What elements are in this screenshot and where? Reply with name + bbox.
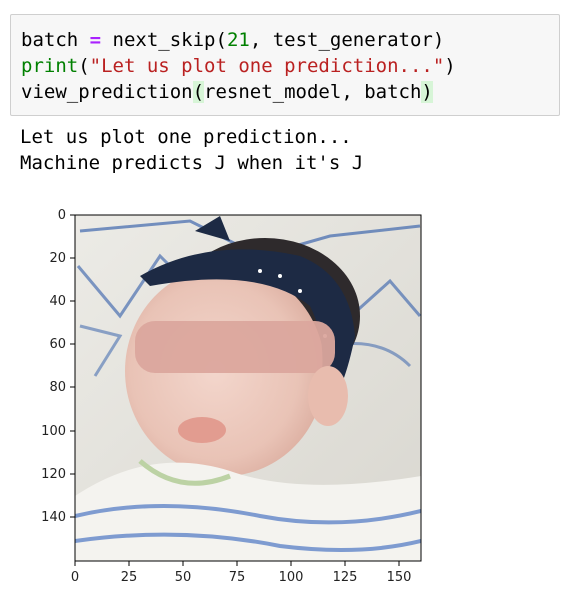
code-input-cell[interactable]: batch = next_skip(21, test_generator) pr… (10, 14, 560, 116)
y-tick-label-20: 20 (49, 251, 66, 266)
x-tick-label-125: 125 (333, 570, 358, 585)
code-line-1: batch = next_skip(21, test_generator) (21, 29, 445, 51)
x-tick-label-25: 25 (121, 570, 138, 585)
x-axis: 0 25 50 75 100 125 150 (71, 561, 412, 585)
x-tick-label-100: 100 (279, 570, 304, 585)
code-line-3: view_prediction(resnet_model, batch) (21, 81, 433, 103)
y-tick-label-140: 140 (41, 510, 66, 525)
output-line-1: Let us plot one prediction... (20, 126, 352, 148)
x-tick-label-75: 75 (229, 570, 246, 585)
matching-paren-close: ) (421, 81, 433, 103)
output-line-2: Machine predicts J when it's J (20, 152, 364, 174)
output-figure: 0 20 40 60 80 100 120 140 0 25 50 75 100… (0, 196, 562, 606)
y-tick-label-120: 120 (41, 467, 66, 482)
x-tick-label-50: 50 (175, 570, 192, 585)
y-tick-label-100: 100 (41, 424, 66, 439)
y-tick-label-80: 80 (49, 380, 66, 395)
cell-output-text: Let us plot one prediction... Machine pr… (20, 124, 363, 176)
matching-paren-open: ( (192, 81, 205, 103)
code-line-2: print("Let us plot one prediction...") (21, 55, 456, 77)
code-editor[interactable]: batch = next_skip(21, test_generator) pr… (11, 15, 559, 105)
y-tick-label-0: 0 (58, 208, 66, 223)
plot-svg: 0 20 40 60 80 100 120 140 0 25 50 75 100… (41, 208, 422, 585)
y-axis: 0 20 40 60 80 100 120 140 (41, 208, 75, 525)
baby-photo-image (75, 215, 421, 561)
x-tick-label-150: 150 (387, 570, 412, 585)
x-tick-label-0: 0 (71, 570, 79, 585)
y-tick-label-60: 60 (49, 337, 66, 352)
y-tick-label-40: 40 (49, 294, 66, 309)
